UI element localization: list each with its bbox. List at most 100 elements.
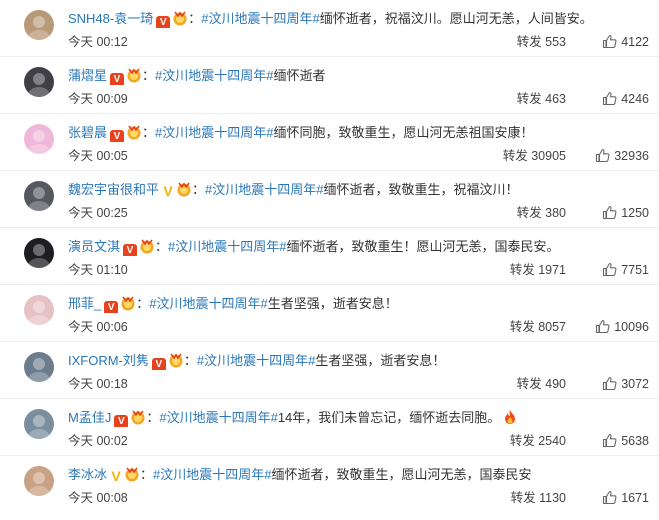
verified-badge-icon: V [111, 468, 121, 484]
colon-separator: ： [188, 11, 202, 26]
like-button[interactable]: 5638 [602, 433, 649, 449]
comment-meta: 今天 01:10 转发 1971 7751 [68, 262, 649, 278]
topic-hashtag-link[interactable]: #汶川地震十四周年# [201, 11, 319, 26]
like-button[interactable]: 4246 [602, 91, 649, 107]
topic-hashtag-link[interactable]: #汶川地震十四周年# [155, 68, 273, 83]
thumbs-up-icon [595, 148, 610, 163]
repost-button[interactable]: 转发 380 [517, 205, 566, 221]
like-count: 3072 [621, 377, 649, 391]
fan-medal-icon [168, 352, 184, 368]
repost-button[interactable]: 转发 1971 [510, 262, 566, 278]
repost-label: 转发 [510, 491, 536, 505]
comment-row: 张碧晨 V ：#汶川地震十四周年#缅怀同胞，致敬重生，愿山河无恙祖国安康！ 今天 00… [0, 114, 659, 171]
fan-medal-icon [120, 295, 136, 311]
verified-badge-icon: V [104, 301, 119, 313]
username-link[interactable]: 演员文淇 [68, 239, 120, 254]
colon-separator: ： [142, 68, 156, 83]
like-button[interactable]: 1671 [602, 490, 649, 506]
thumbs-up-icon [602, 433, 617, 448]
like-button[interactable]: 4122 [602, 34, 649, 50]
topic-hashtag-link[interactable]: #汶川地震十四周年# [155, 125, 273, 140]
avatar[interactable] [24, 238, 54, 268]
avatar[interactable] [24, 181, 54, 211]
comment-row: 李冰冰 V ：#汶川地震十四周年#缅怀逝者，致敬重生，愿山河无恙，国泰民安 今天 00… [0, 456, 659, 513]
username-link[interactable]: 魏宏宇宙很和平 [68, 182, 159, 197]
comment-content: IXFORM-刘隽 V ：#汶川地震十四周年#生者坚强，逝者安息！ [68, 352, 649, 370]
topic-hashtag-link[interactable]: #汶川地震十四周年# [159, 410, 277, 425]
repost-button[interactable]: 转发 1130 [511, 490, 566, 506]
comment-text: 14年，我们未曾忘记，缅怀逝去同胞。 [277, 410, 501, 425]
colon-separator: ： [183, 353, 197, 368]
like-button[interactable]: 1250 [602, 205, 649, 221]
avatar[interactable] [24, 466, 54, 496]
timestamp: 今天 00:18 [68, 377, 128, 391]
comment-meta: 今天 00:05 转发 30905 32936 [68, 148, 649, 164]
timestamp: 今天 00:05 [68, 149, 128, 163]
colon-separator: ： [140, 467, 154, 482]
topic-hashtag-link[interactable]: #汶川地震十四周年# [153, 467, 271, 482]
fire-emoji-icon [502, 409, 518, 425]
repost-count: 1971 [538, 263, 566, 277]
repost-button[interactable]: 转发 553 [517, 34, 566, 50]
topic-hashtag-link[interactable]: #汶川地震十四周年# [205, 182, 323, 197]
thumbs-up-icon [602, 376, 617, 391]
repost-label: 转发 [509, 320, 535, 334]
repost-count: 553 [545, 35, 566, 49]
repost-label: 转发 [516, 377, 542, 391]
comment-meta: 今天 00:02 转发 2540 5638 [68, 433, 649, 449]
timestamp: 今天 00:06 [68, 320, 128, 334]
repost-button[interactable]: 转发 8057 [510, 319, 566, 335]
username-link[interactable]: M孟佳J [68, 410, 111, 425]
repost-label: 转发 [516, 92, 542, 106]
comment-content: SNH48-袁一琦 V ：#汶川地震十四周年#缅怀逝者，祝福汶川。愿山河无恙，人间皆… [68, 10, 649, 28]
colon-separator: ： [155, 239, 169, 254]
like-count: 32936 [614, 149, 649, 163]
comment-row: M孟佳J V ：#汶川地震十四周年#14年，我们未曾忘记，缅怀逝去同胞。 今天 00:… [0, 399, 659, 456]
username-link[interactable]: 张碧晨 [68, 125, 107, 140]
username-link[interactable]: SNH48-袁一琦 [68, 11, 153, 26]
avatar[interactable] [24, 124, 54, 154]
comment-content: 李冰冰 V ：#汶川地震十四周年#缅怀逝者，致敬重生，愿山河无恙，国泰民安 [68, 466, 649, 484]
username-link[interactable]: 李冰冰 [68, 467, 107, 482]
comment-text: 缅怀逝者 [273, 68, 326, 83]
repost-button[interactable]: 转发 463 [517, 91, 566, 107]
repost-button[interactable]: 转发 2540 [510, 433, 566, 449]
like-button[interactable]: 3072 [602, 376, 649, 392]
colon-separator: ： [142, 125, 156, 140]
repost-count: 2540 [538, 434, 566, 448]
fan-medal-icon [176, 181, 192, 197]
like-count: 4246 [621, 92, 649, 106]
comment-content: 邢菲_ V ：#汶川地震十四周年#生者坚强，逝者安息！ [68, 295, 649, 313]
like-button[interactable]: 7751 [602, 262, 649, 278]
thumbs-up-icon [595, 319, 610, 334]
username-link[interactable]: IXFORM-刘隽 [68, 353, 149, 368]
repost-button[interactable]: 转发 30905 [503, 148, 566, 164]
avatar[interactable] [24, 67, 54, 97]
timestamp: 今天 00:08 [68, 491, 128, 505]
verified-badge-icon: V [123, 244, 138, 256]
verified-badge-icon: V [151, 358, 166, 370]
topic-hashtag-link[interactable]: #汶川地震十四周年# [197, 353, 315, 368]
avatar[interactable] [24, 295, 54, 325]
comment-text: 生者坚强，逝者安息！ [315, 353, 446, 368]
like-button[interactable]: 32936 [595, 148, 649, 164]
repost-button[interactable]: 转发 490 [517, 376, 566, 392]
thumbs-up-icon [602, 262, 617, 277]
repost-count: 8057 [538, 320, 566, 334]
username-link[interactable]: 邢菲_ [68, 296, 101, 311]
avatar[interactable] [24, 10, 54, 40]
avatar[interactable] [24, 352, 54, 382]
like-count: 1671 [621, 491, 649, 505]
fan-medal-icon [130, 409, 146, 425]
comment-meta: 今天 00:12 转发 553 4122 [68, 34, 649, 50]
like-button[interactable]: 10096 [595, 319, 649, 335]
verified-badge-icon: V [114, 415, 129, 427]
username-link[interactable]: 蒲熠星 [68, 68, 107, 83]
topic-hashtag-link[interactable]: #汶川地震十四周年# [168, 239, 286, 254]
thumbs-up-icon [602, 490, 617, 505]
repost-label: 转发 [502, 149, 528, 163]
comment-content: 蒲熠星 V ：#汶川地震十四周年#缅怀逝者 [68, 67, 649, 85]
fan-medal-icon [124, 466, 140, 482]
topic-hashtag-link[interactable]: #汶川地震十四周年# [149, 296, 267, 311]
avatar[interactable] [24, 409, 54, 439]
